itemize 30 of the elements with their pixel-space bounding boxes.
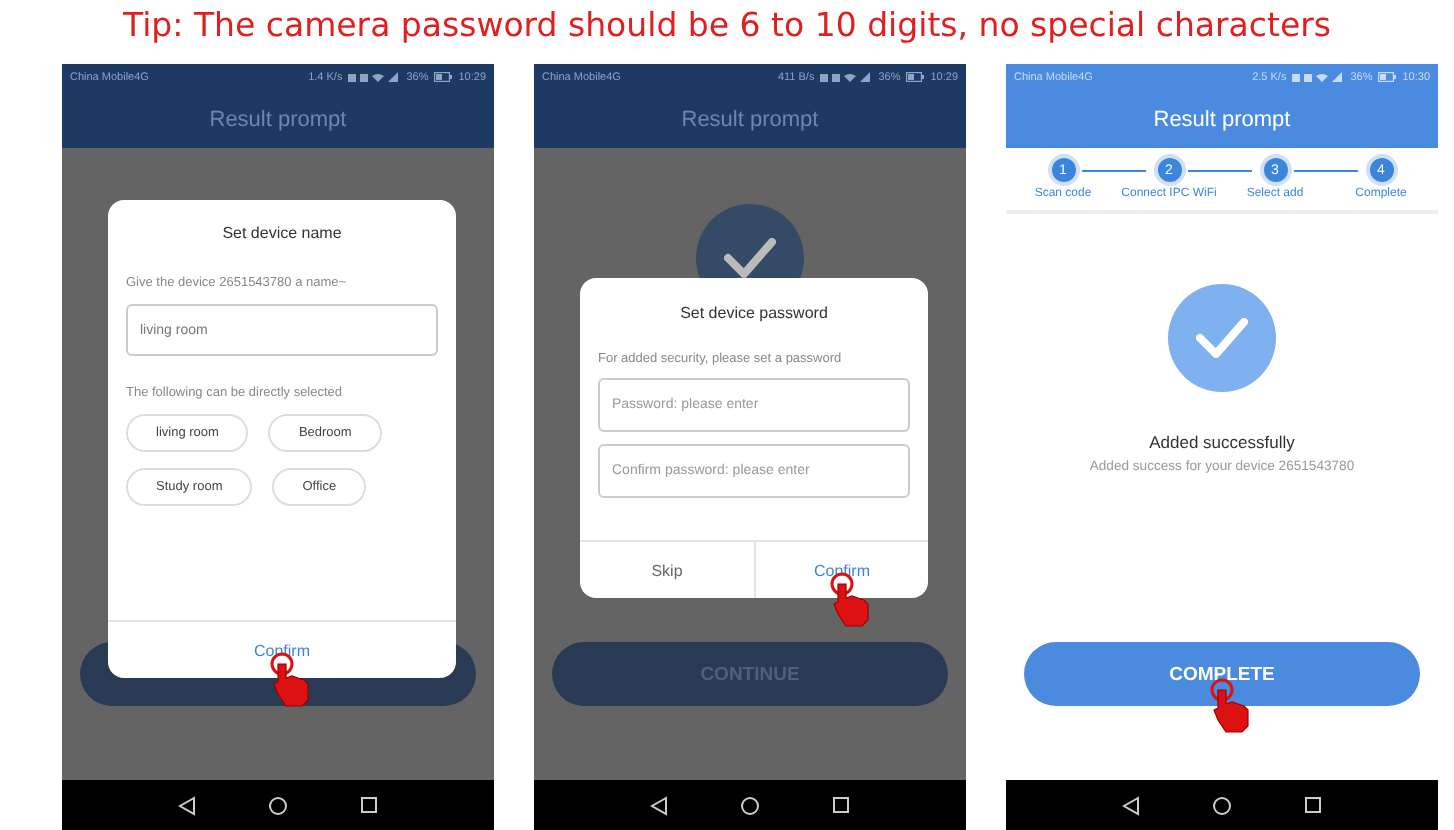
dialog-button[interactable]: Confirm <box>108 622 456 678</box>
dialog-title: Set device name <box>220 222 344 242</box>
home-icon[interactable] <box>740 795 760 815</box>
step-connector <box>1293 170 1357 172</box>
recent-apps-icon[interactable] <box>360 796 378 814</box>
battery-icon <box>1378 72 1397 82</box>
checkmark-icon <box>1196 318 1248 358</box>
screen-title: Result prompt <box>1006 90 1438 148</box>
success-title: Added successfully <box>1149 432 1295 452</box>
tapping-hand-icon <box>1210 677 1254 734</box>
home-icon[interactable] <box>268 795 288 815</box>
back-icon[interactable] <box>650 795 668 815</box>
battery-icon <box>906 72 925 82</box>
screen-title: Result prompt <box>62 90 494 148</box>
continue-button[interactable]: COMPLETE <box>1024 642 1420 706</box>
status-icons <box>348 71 401 83</box>
home-icon[interactable] <box>1212 795 1232 815</box>
status-icons <box>820 71 873 83</box>
recent-apps-icon[interactable] <box>1304 796 1322 814</box>
step-connector <box>1081 170 1145 172</box>
dialog-title: Set device password <box>678 302 830 322</box>
back-icon[interactable] <box>1122 795 1140 815</box>
battery-icon <box>434 72 453 82</box>
screen-title: Result prompt <box>534 90 966 148</box>
step-connector <box>1187 170 1251 172</box>
status-icons <box>1292 71 1345 83</box>
dialog-button[interactable]: Skip <box>580 542 754 598</box>
recent-apps-icon[interactable] <box>832 796 850 814</box>
tip-text: Tip: The camera password should be 6 to 10 digits, no special characters <box>121 4 1333 48</box>
back-icon[interactable] <box>178 795 196 815</box>
